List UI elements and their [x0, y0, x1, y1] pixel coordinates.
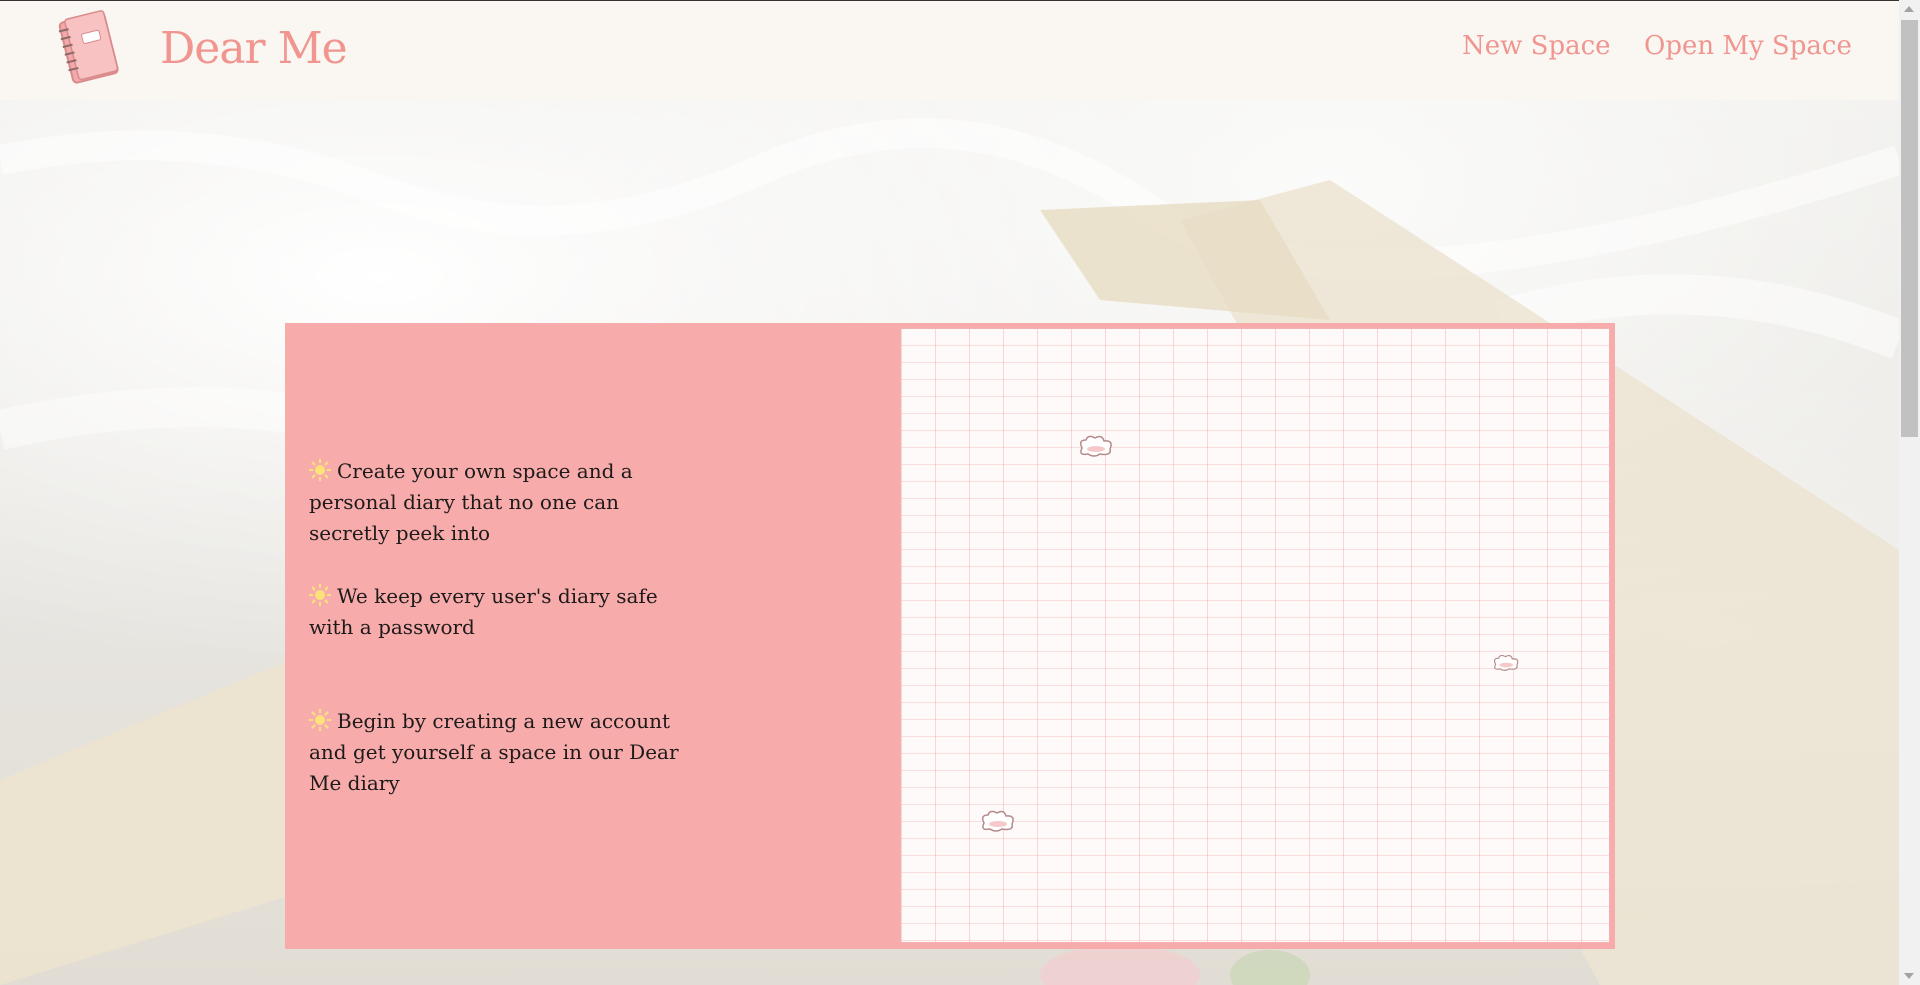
feature-list: Create your own space and a personal dia… [309, 456, 689, 795]
grid-paper-panel [900, 328, 1610, 943]
feature-item: We keep every user's diary safe with a p… [309, 581, 689, 643]
flower-doodle-icon [981, 810, 1014, 832]
feature-text: Create your own space and a personal dia… [309, 459, 633, 545]
intro-card: Create your own space and a personal dia… [285, 323, 1615, 949]
sun-icon [309, 459, 331, 481]
scroll-up-icon[interactable] [1904, 6, 1914, 12]
open-my-space-link[interactable]: Open My Space [1644, 31, 1852, 61]
header: Dear Me New Space Open My Space [0, 0, 1899, 100]
notebook-icon[interactable] [52, 9, 124, 87]
flower-doodle-icon [1494, 654, 1519, 671]
brand-title[interactable]: Dear Me [160, 23, 348, 74]
page-scrollbar[interactable] [1899, 0, 1920, 985]
feature-item: Create your own space and a personal dia… [309, 456, 689, 549]
new-space-link[interactable]: New Space [1462, 31, 1611, 61]
sun-icon [309, 709, 331, 731]
flower-doodle-icon [1079, 435, 1112, 457]
scrollbar-thumb[interactable] [1901, 20, 1918, 437]
feature-text: Begin by creating a new account and get … [309, 709, 679, 795]
page: Dear Me New Space Open My Space Create y [0, 0, 1899, 985]
scroll-down-icon[interactable] [1904, 973, 1914, 979]
feature-text: We keep every user's diary safe with a p… [309, 584, 658, 639]
sun-icon [309, 584, 331, 606]
feature-item: Begin by creating a new account and get … [309, 706, 689, 799]
